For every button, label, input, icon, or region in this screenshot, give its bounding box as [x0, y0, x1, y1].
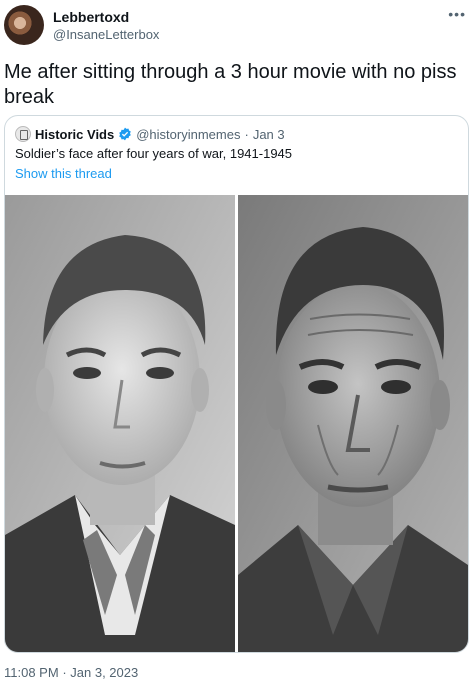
quoted-tweet-header: Historic Vids @historyinmemes · Jan 3 [15, 125, 285, 143]
quoted-avatar[interactable] [15, 126, 31, 142]
more-options-icon[interactable]: ••• [448, 6, 466, 22]
quoted-display-name[interactable]: Historic Vids [35, 127, 114, 142]
quoted-text: Soldier’s face after four years of war, … [15, 146, 293, 161]
quoted-date[interactable]: Jan 3 [253, 127, 285, 142]
date: Jan 3, 2023 [70, 665, 139, 680]
separator-dot: · [62, 665, 67, 680]
verified-badge-icon [119, 127, 132, 141]
photo-grid [5, 195, 468, 652]
tweet-text: Me after sitting through a 3 hour movie … [4, 61, 457, 108]
quoted-handle[interactable]: @historyinmemes [136, 127, 240, 142]
user-handle[interactable]: @InsaneLetterbox [53, 27, 159, 42]
quoted-tweet[interactable]: Historic Vids @historyinmemes · Jan 3 So… [4, 115, 469, 653]
show-thread-link[interactable]: Show this thread [15, 166, 112, 181]
photo-young-soldier[interactable] [5, 195, 235, 652]
tweet-header: Lebbertoxd @InsaneLetterbox ••• [0, 0, 474, 50]
photo-older-soldier[interactable] [238, 195, 468, 652]
display-name[interactable]: Lebbertoxd [53, 9, 129, 25]
separator-dot: · [244, 126, 249, 142]
avatar[interactable] [4, 5, 44, 45]
time: 11:08 PM [4, 665, 59, 680]
tweet-timestamp[interactable]: 11:08 PM · Jan 3, 2023 [4, 665, 138, 680]
